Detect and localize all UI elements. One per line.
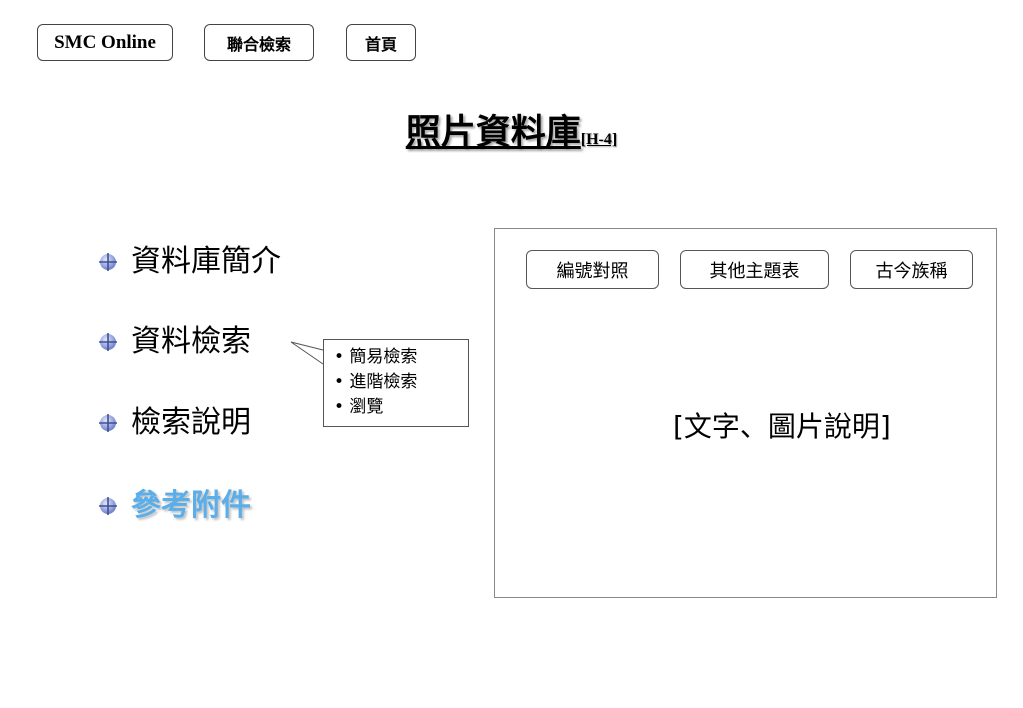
menu-item-search-help[interactable]: 檢索說明 <box>98 406 251 440</box>
menu-item-label: 參考附件 <box>131 488 251 523</box>
globe-bullet-icon <box>99 253 117 271</box>
menu-item-data-search[interactable]: 資料檢索 <box>98 325 251 359</box>
globe-bullet-icon <box>99 414 117 432</box>
browse-option[interactable]: • 瀏覽 <box>334 395 468 420</box>
menu-item-reference-attachments[interactable]: 參考附件 <box>98 489 251 523</box>
other-topics-button[interactable]: 其他主題表 <box>680 250 829 289</box>
ethnic-names-button[interactable]: 古今族稱 <box>850 250 973 289</box>
search-options-popup: • 簡易檢索 • 進階檢索 • 瀏覽 <box>323 339 469 427</box>
menu-item-label: 資料庫簡介 <box>131 244 281 279</box>
page-title-main: 照片資料庫 <box>405 112 581 153</box>
page-title-code: [H-4] <box>580 131 618 148</box>
menu-item-label: 檢索說明 <box>131 405 251 440</box>
advanced-search-option[interactable]: • 進階檢索 <box>334 370 468 395</box>
number-lookup-button[interactable]: 編號對照 <box>526 250 659 289</box>
menu-item-label: 資料檢索 <box>131 324 251 359</box>
globe-bullet-icon <box>99 497 117 515</box>
menu-item-database-intro[interactable]: 資料庫簡介 <box>98 245 281 279</box>
content-panel: 編號對照 其他主題表 古今族稱 [文字、圖片說明] <box>494 228 997 598</box>
home-button[interactable]: 首頁 <box>346 24 416 61</box>
union-search-button[interactable]: 聯合檢索 <box>204 24 314 61</box>
simple-search-option[interactable]: • 簡易檢索 <box>334 345 468 370</box>
smc-online-button[interactable]: SMC Online <box>37 24 173 61</box>
panel-description: [文字、圖片說明] <box>673 410 891 443</box>
page-title: 照片資料庫[H-4] <box>0 104 1023 155</box>
globe-bullet-icon <box>99 333 117 351</box>
